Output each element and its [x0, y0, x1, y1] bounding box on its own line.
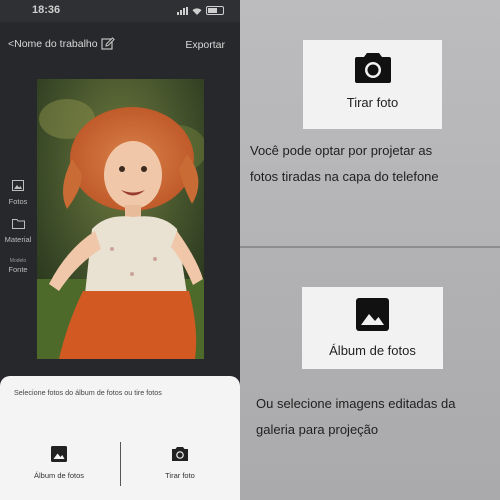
- side-tool-photos[interactable]: Fotos: [0, 178, 36, 206]
- child-photo-image: [37, 79, 204, 359]
- side-tool-font[interactable]: Modelo Fonte: [0, 258, 36, 274]
- album-card: Álbum de fotos: [302, 287, 443, 369]
- side-tool-material[interactable]: Material: [0, 216, 36, 244]
- photo-source-sheet: Selecione fotos do álbum de fotos ou tir…: [0, 376, 240, 500]
- album-option-button[interactable]: Álbum de fotos: [4, 446, 114, 480]
- battery-icon: [206, 6, 224, 15]
- image-icon: [356, 298, 389, 331]
- album-description: Ou selecione imagens editadas da galeria…: [256, 391, 492, 443]
- edit-icon[interactable]: [101, 37, 115, 51]
- camera-description-line: fotos tiradas na capa do telefone: [250, 169, 439, 184]
- image-icon: [12, 180, 24, 191]
- folder-icon: [11, 219, 25, 229]
- photo-preview: [37, 79, 204, 359]
- wifi-icon: [192, 7, 202, 15]
- image-icon: [51, 446, 67, 462]
- sheet-hint-text: Selecione fotos do álbum de fotos ou tir…: [14, 388, 162, 397]
- camera-card: Tirar foto: [303, 40, 442, 129]
- camera-option-button[interactable]: Tirar foto: [125, 446, 235, 480]
- camera-card-label: Tirar foto: [346, 95, 399, 110]
- sheet-divider: [120, 442, 121, 486]
- album-description-line: Ou selecione imagens editadas da: [256, 396, 456, 411]
- camera-description-line: Você pode optar por projetar as: [250, 143, 433, 158]
- status-icons: [177, 6, 224, 15]
- album-description-line: galeria para projeção: [256, 422, 379, 437]
- back-button[interactable]: <Nome do trabalho: [8, 38, 98, 50]
- camera-icon: [172, 447, 188, 461]
- camera-description: Você pode optar por projetar as fotos ti…: [250, 138, 490, 190]
- camera-option-label: Tirar foto: [165, 471, 195, 480]
- album-card-label: Álbum de fotos: [329, 343, 416, 358]
- status-bar: 18:36: [0, 0, 240, 22]
- signal-icon: [177, 6, 188, 15]
- side-tool-label: Fonte: [8, 265, 28, 274]
- top-bar: <Nome do trabalho Exportar: [0, 30, 240, 58]
- camera-icon: [355, 53, 391, 83]
- album-explanation-panel: [240, 248, 500, 500]
- export-button[interactable]: Exportar: [185, 39, 225, 51]
- side-tool-sublabel: Modelo: [9, 258, 27, 264]
- phone-screen: 18:36 <Nome do trabalho Exportar Fotos M…: [0, 0, 240, 500]
- album-option-label: Álbum de fotos: [33, 471, 85, 480]
- status-time: 18:36: [32, 4, 61, 16]
- side-tool-label: Material: [4, 235, 32, 244]
- side-tool-label: Fotos: [8, 197, 28, 206]
